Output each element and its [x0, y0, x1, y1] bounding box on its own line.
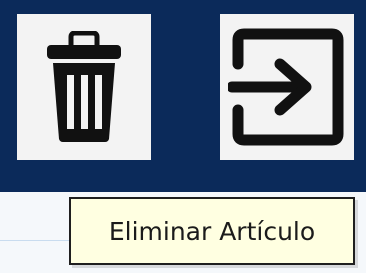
tooltip-text: Eliminar Artículo: [108, 216, 316, 246]
delete-article-button[interactable]: [17, 14, 151, 160]
divider: [0, 240, 70, 241]
toolbar: [0, 0, 366, 192]
exit-button[interactable]: [220, 14, 354, 160]
exit-arrow-icon: [228, 28, 344, 146]
trash-icon: [47, 31, 121, 142]
tooltip: Eliminar Artículo: [69, 197, 355, 265]
